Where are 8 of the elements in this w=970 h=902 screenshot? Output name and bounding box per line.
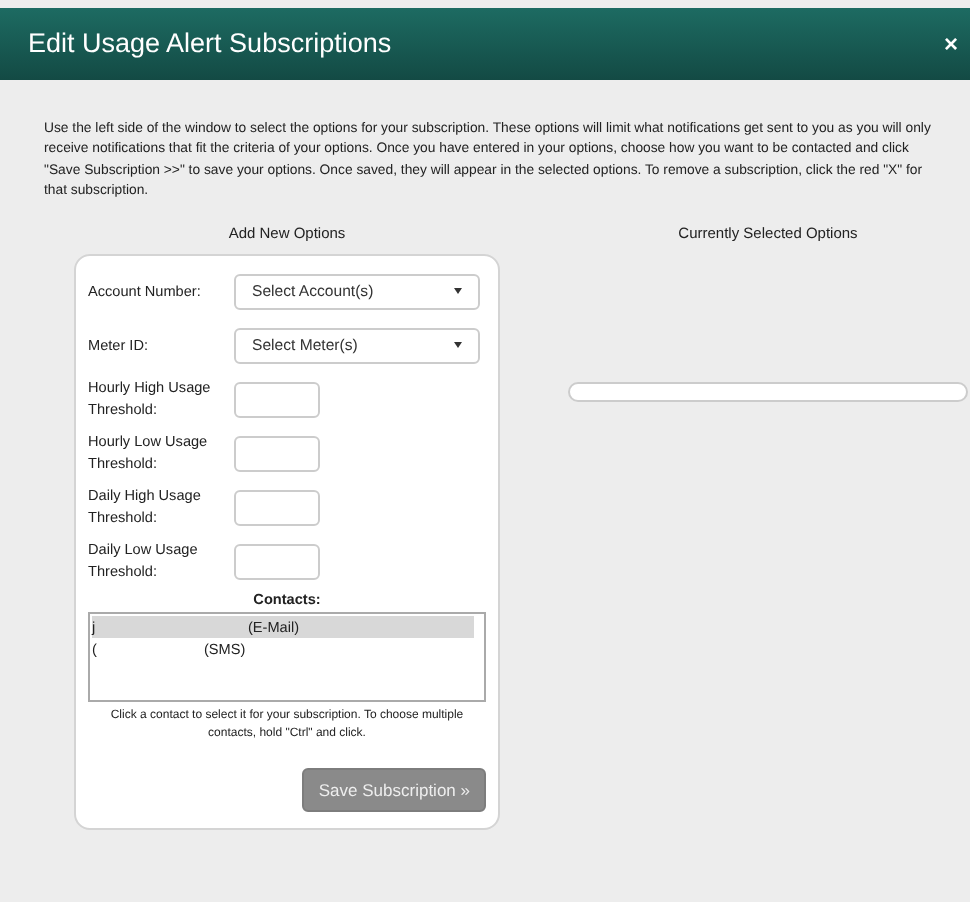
caret-icon xyxy=(454,288,462,295)
window-title: Edit Usage Alert Subscriptions xyxy=(28,25,392,62)
input-field[interactable] xyxy=(234,435,320,472)
close-button[interactable]: × xyxy=(943,32,958,56)
input-field[interactable] xyxy=(234,381,320,418)
caret-icon xyxy=(454,342,462,349)
input-field[interactable] xyxy=(234,489,320,526)
input-field[interactable] xyxy=(234,543,320,580)
